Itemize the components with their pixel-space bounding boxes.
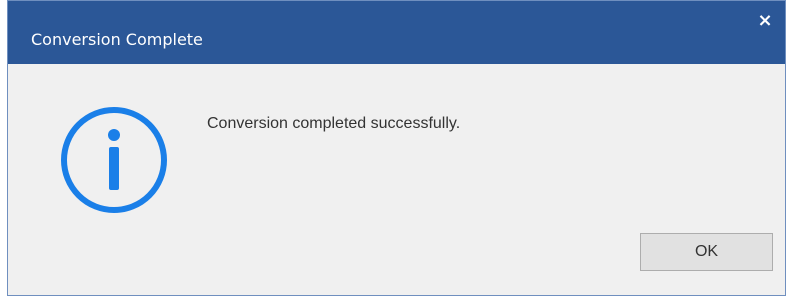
conversion-complete-dialog: Conversion Complete × Conversion complet… [7,0,786,296]
info-icon [58,104,170,216]
message-text: Conversion completed successfully. [207,115,461,132]
ok-button[interactable]: OK [640,233,773,271]
close-icon[interactable]: × [753,9,777,33]
title-bar[interactable]: Conversion Complete × [8,1,785,64]
dialog-title: Conversion Complete [31,30,203,49]
